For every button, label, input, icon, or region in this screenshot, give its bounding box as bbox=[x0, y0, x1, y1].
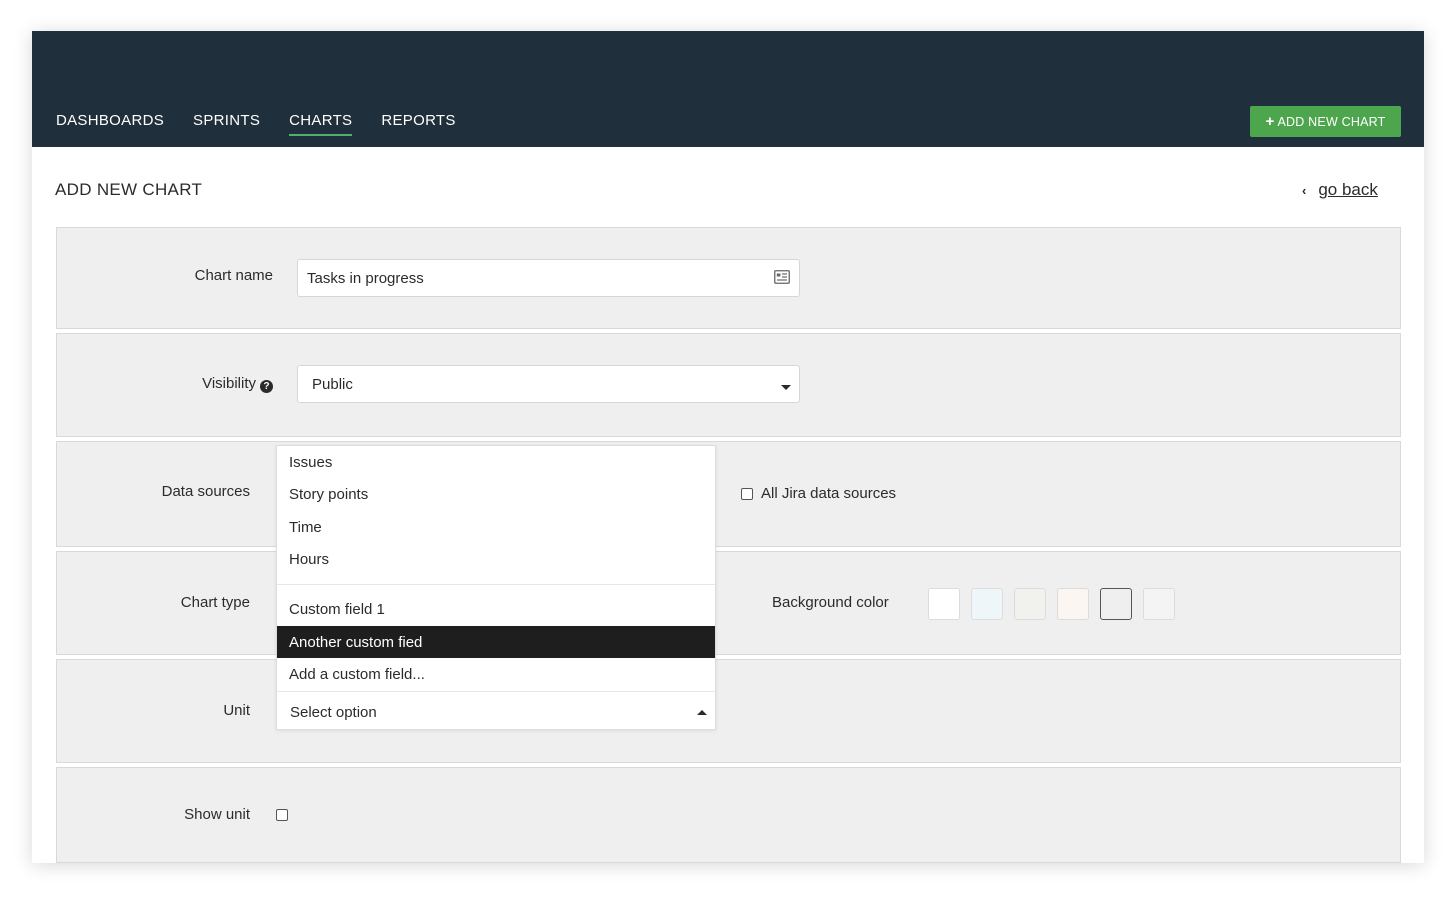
show-unit-checkbox[interactable] bbox=[276, 809, 288, 821]
data-sources-row bbox=[56, 441, 1401, 547]
option-time[interactable]: Time bbox=[277, 511, 715, 543]
all-jira-data-sources-label: All Jira data sources bbox=[761, 485, 897, 502]
page-title: ADD NEW CHART bbox=[55, 180, 203, 199]
unit-label: Unit bbox=[223, 702, 250, 719]
color-swatch-light-blue[interactable] bbox=[971, 588, 1003, 620]
show-unit-label: Show unit bbox=[184, 806, 250, 823]
visibility-value: Public bbox=[312, 375, 353, 393]
chevron-up-icon bbox=[697, 710, 707, 715]
option-hours[interactable]: Hours bbox=[277, 543, 715, 575]
chevron-left-icon: ‹ bbox=[1302, 182, 1307, 198]
color-swatch-light-peach[interactable] bbox=[1057, 588, 1089, 620]
contact-card-icon bbox=[774, 270, 790, 284]
app-window: DASHBOARDS SPRINTS CHARTS REPORTS + ADD … bbox=[32, 31, 1424, 863]
help-icon[interactable]: ? bbox=[260, 380, 273, 393]
go-back-link[interactable]: ‹ go back bbox=[1302, 180, 1378, 200]
background-color-label: Background color bbox=[772, 594, 889, 611]
color-swatch-white[interactable] bbox=[928, 588, 960, 620]
nav-charts[interactable]: CHARTS bbox=[289, 112, 353, 136]
chart-name-input[interactable]: Tasks in progress bbox=[297, 259, 800, 297]
unit-row bbox=[56, 659, 1401, 763]
go-back-label: go back bbox=[1318, 180, 1378, 199]
option-another-custom-field[interactable]: Another custom fied bbox=[277, 626, 715, 658]
chart-type-row bbox=[56, 551, 1401, 655]
unit-select[interactable]: Select option bbox=[277, 694, 715, 730]
visibility-label-wrap: Visibility? bbox=[132, 375, 273, 393]
nav-sprints[interactable]: SPRINTS bbox=[193, 112, 260, 135]
top-navigation-bar: DASHBOARDS SPRINTS CHARTS REPORTS + ADD … bbox=[32, 31, 1424, 147]
chart-type-label: Chart type bbox=[180, 594, 250, 611]
option-add-custom-field[interactable]: Add a custom field... bbox=[277, 658, 715, 690]
all-jira-data-sources-checkbox[interactable] bbox=[741, 488, 753, 500]
option-story-points[interactable]: Story points bbox=[277, 478, 715, 510]
dropdown-divider bbox=[277, 691, 715, 692]
visibility-select[interactable]: Public bbox=[297, 365, 800, 403]
chevron-down-icon bbox=[781, 385, 791, 390]
plus-icon: + bbox=[1265, 113, 1275, 130]
nav-dashboards[interactable]: DASHBOARDS bbox=[56, 112, 164, 135]
visibility-label: Visibility bbox=[202, 375, 256, 392]
unit-dropdown: Issues Story points Time Hours Custom fi… bbox=[276, 445, 716, 730]
color-swatch-light-green[interactable] bbox=[1014, 588, 1046, 620]
color-swatch-light-gray[interactable] bbox=[1100, 588, 1132, 620]
nav-reports[interactable]: REPORTS bbox=[381, 112, 455, 135]
main-nav: DASHBOARDS SPRINTS CHARTS REPORTS bbox=[56, 112, 485, 136]
add-new-chart-button[interactable]: + ADD NEW CHART bbox=[1250, 106, 1401, 137]
add-new-chart-label: ADD NEW CHART bbox=[1277, 114, 1386, 129]
color-swatch-off-white[interactable] bbox=[1143, 588, 1175, 620]
show-unit-row bbox=[56, 767, 1401, 863]
option-custom-field-1[interactable]: Custom field 1 bbox=[277, 593, 715, 625]
dropdown-divider bbox=[277, 584, 715, 585]
chart-name-label: Chart name bbox=[194, 267, 273, 284]
option-issues[interactable]: Issues bbox=[277, 446, 715, 478]
data-sources-label: Data sources bbox=[161, 483, 250, 500]
unit-select-value: Select option bbox=[290, 703, 377, 721]
chart-name-value: Tasks in progress bbox=[307, 269, 424, 287]
